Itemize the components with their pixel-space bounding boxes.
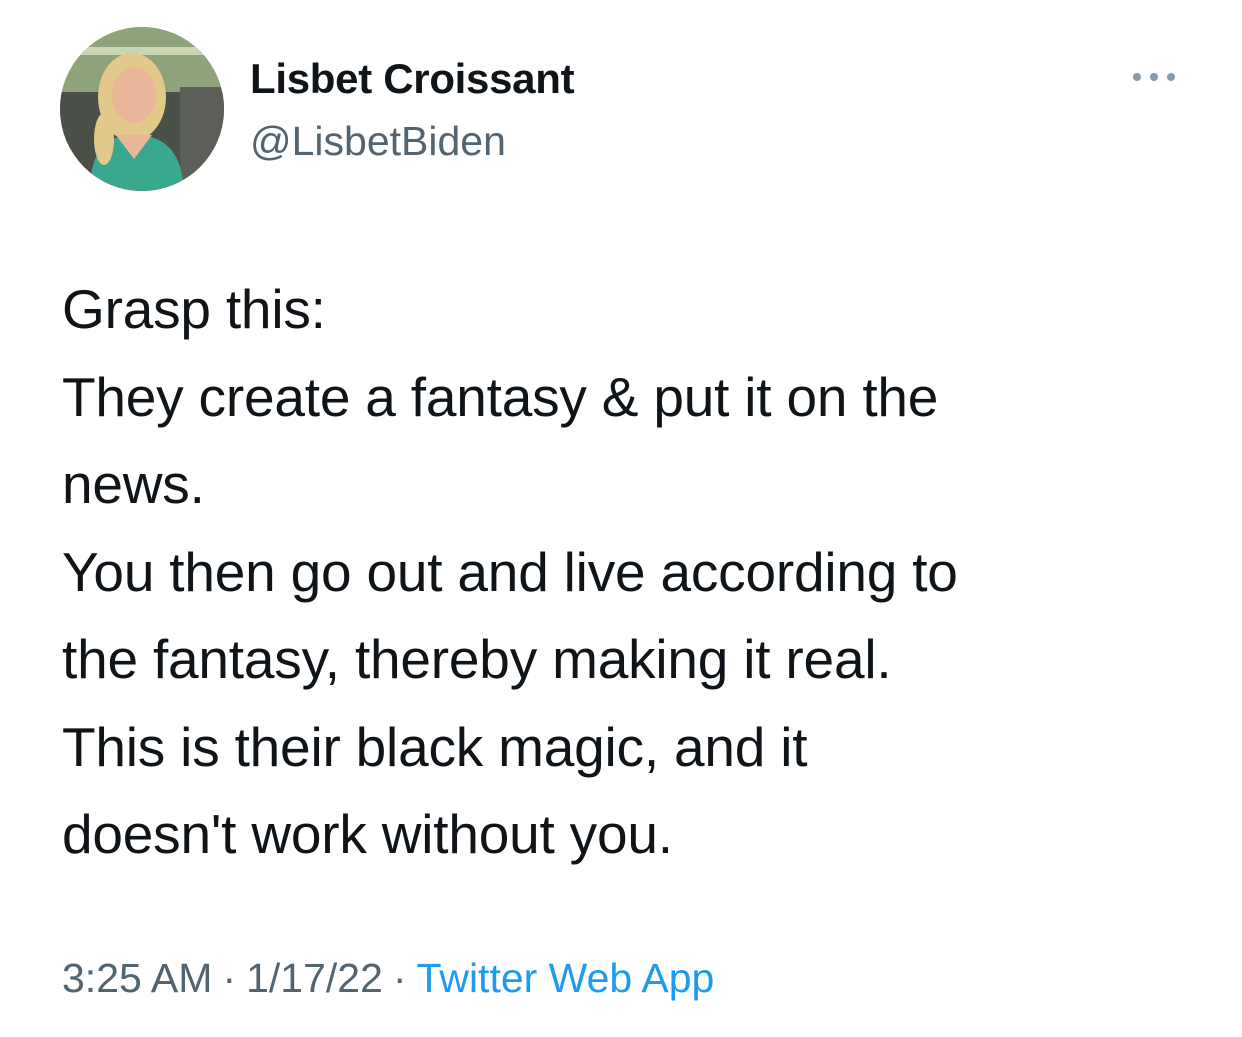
tweet-source-link[interactable]: Twitter Web App <box>417 955 715 1001</box>
author-handle[interactable]: @LisbetBiden <box>250 115 506 167</box>
tweet-text: Grasp this: They create a fantasy & put … <box>62 266 1192 879</box>
meta-separator: · <box>222 955 237 1001</box>
tweet-text-line: They create a fantasy & put it on the <box>62 365 939 428</box>
tweet-text-line: Grasp this: <box>62 278 326 340</box>
tweet-date[interactable]: 1/17/22 <box>246 955 383 1001</box>
tweet-meta: 3:25 AM · 1/17/22 · Twitter Web App <box>62 948 714 1008</box>
tweet-text-line: news. <box>62 453 205 515</box>
more-button[interactable] <box>1124 62 1184 92</box>
avatar[interactable] <box>60 27 224 191</box>
tweet-text-line: This is their black magic, and it <box>62 715 808 778</box>
tweet-time[interactable]: 3:25 AM <box>62 955 212 1001</box>
tweet-text-line: the fantasy, thereby making it real. <box>62 628 892 690</box>
meta-separator: · <box>392 955 407 1001</box>
tweet-text-line: You then go out and live according to <box>62 540 958 603</box>
tweet-text-line: doesn't work without you. <box>62 803 673 865</box>
profile-photo-icon <box>60 27 224 191</box>
author-display-name[interactable]: Lisbet Croissant <box>250 53 575 105</box>
more-horizontal-icon <box>1133 73 1175 81</box>
